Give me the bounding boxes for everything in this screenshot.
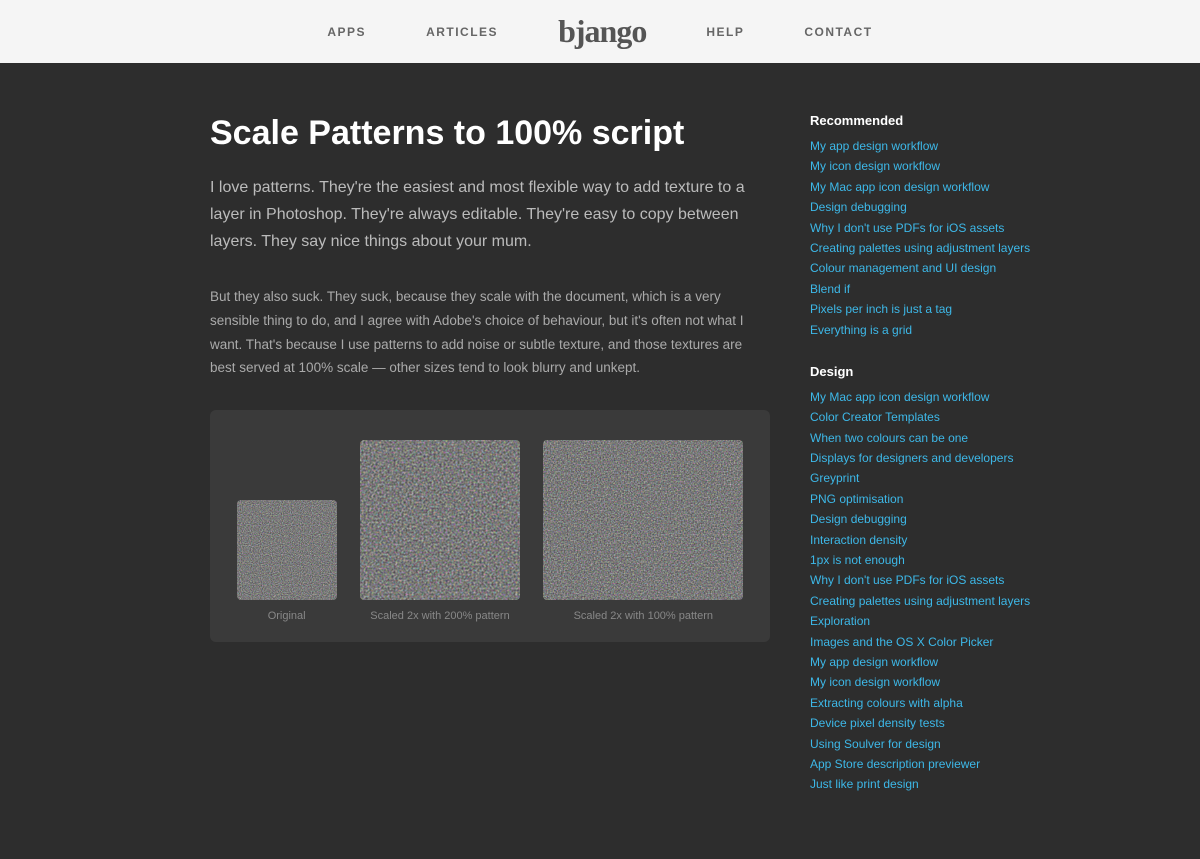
sidebar-link[interactable]: Creating palettes using adjustment layer… [810, 238, 1040, 258]
sidebar-link[interactable]: Using Soulver for design [810, 734, 1040, 754]
pattern-200: Scaled 2x with 200% pattern [360, 440, 520, 622]
pattern-demo: Original Scaled 2x with 200% pattern Sca… [210, 410, 770, 642]
sidebar-link[interactable]: My app design workflow [810, 136, 1040, 156]
sidebar: Recommended My app design workflow My ic… [810, 113, 1040, 819]
sidebar-link[interactable]: Displays for designers and developers [810, 448, 1040, 468]
sidebar-recommended-title: Recommended [810, 113, 1040, 128]
article-title: Scale Patterns to 100% script [210, 113, 770, 154]
pattern-100: Scaled 2x with 100% pattern [543, 440, 743, 622]
sidebar-link[interactable]: Extracting colours with alpha [810, 693, 1040, 713]
pattern-original: Original [237, 500, 337, 622]
sidebar-link[interactable]: Why I don't use PDFs for iOS assets [810, 218, 1040, 238]
nav-apps[interactable]: APPS [327, 25, 366, 39]
sidebar-link[interactable]: My app design workflow [810, 652, 1040, 672]
nav-articles[interactable]: ARTICLES [426, 25, 498, 39]
pattern-200-label: Scaled 2x with 200% pattern [370, 610, 509, 622]
main-nav: APPS ARTICLES bjango HELP CONTACT [327, 13, 872, 50]
sidebar-link[interactable]: Everything is a grid [810, 320, 1040, 340]
sidebar-link[interactable]: Just like print design [810, 774, 1040, 794]
nav-contact[interactable]: CONTACT [804, 25, 872, 39]
sidebar-link[interactable]: My Mac app icon design workflow [810, 387, 1040, 407]
sidebar-link[interactable]: Device pixel density tests [810, 713, 1040, 733]
sidebar-link[interactable]: 1px is not enough [810, 550, 1040, 570]
sidebar-link[interactable]: Images and the OS X Color Picker [810, 632, 1040, 652]
article-intro: I love patterns. They're the easiest and… [210, 174, 770, 256]
pattern-100-image [543, 440, 743, 600]
sidebar-link[interactable]: Exploration [810, 611, 1040, 631]
sidebar-link[interactable]: When two colours can be one [810, 428, 1040, 448]
sidebar-link[interactable]: Design debugging [810, 509, 1040, 529]
sidebar-link[interactable]: My icon design workflow [810, 156, 1040, 176]
sidebar-link[interactable]: PNG optimisation [810, 489, 1040, 509]
sidebar-link[interactable]: My Mac app icon design workflow [810, 177, 1040, 197]
sidebar-link[interactable]: Colour management and UI design [810, 258, 1040, 278]
sidebar-link[interactable]: Interaction density [810, 530, 1040, 550]
sidebar-design-title: Design [810, 364, 1040, 379]
sidebar-link[interactable]: Why I don't use PDFs for iOS assets [810, 570, 1040, 590]
sidebar-link[interactable]: Creating palettes using adjustment layer… [810, 591, 1040, 611]
sidebar-link[interactable]: Color Creator Templates [810, 407, 1040, 427]
sidebar-link[interactable]: Greyprint [810, 468, 1040, 488]
sidebar-link[interactable]: My icon design workflow [810, 672, 1040, 692]
nav-help[interactable]: HELP [706, 25, 744, 39]
sidebar-link[interactable]: Blend if [810, 279, 1040, 299]
article-body-text: But they also suck. They suck, because t… [210, 285, 770, 380]
pattern-200-image [360, 440, 520, 600]
sidebar-design: Design My Mac app icon design workflow C… [810, 364, 1040, 795]
pattern-100-label: Scaled 2x with 100% pattern [574, 610, 713, 622]
sidebar-link[interactable]: Design debugging [810, 197, 1040, 217]
pattern-original-image [237, 500, 337, 600]
main-content: Scale Patterns to 100% script I love pat… [50, 63, 1150, 859]
sidebar-link[interactable]: Pixels per inch is just a tag [810, 299, 1040, 319]
article-body: Scale Patterns to 100% script I love pat… [210, 113, 770, 819]
pattern-original-label: Original [268, 610, 306, 622]
sidebar-link[interactable]: App Store description previewer [810, 754, 1040, 774]
sidebar-recommended: Recommended My app design workflow My ic… [810, 113, 1040, 340]
site-header: APPS ARTICLES bjango HELP CONTACT [0, 0, 1200, 63]
site-logo[interactable]: bjango [558, 13, 646, 50]
